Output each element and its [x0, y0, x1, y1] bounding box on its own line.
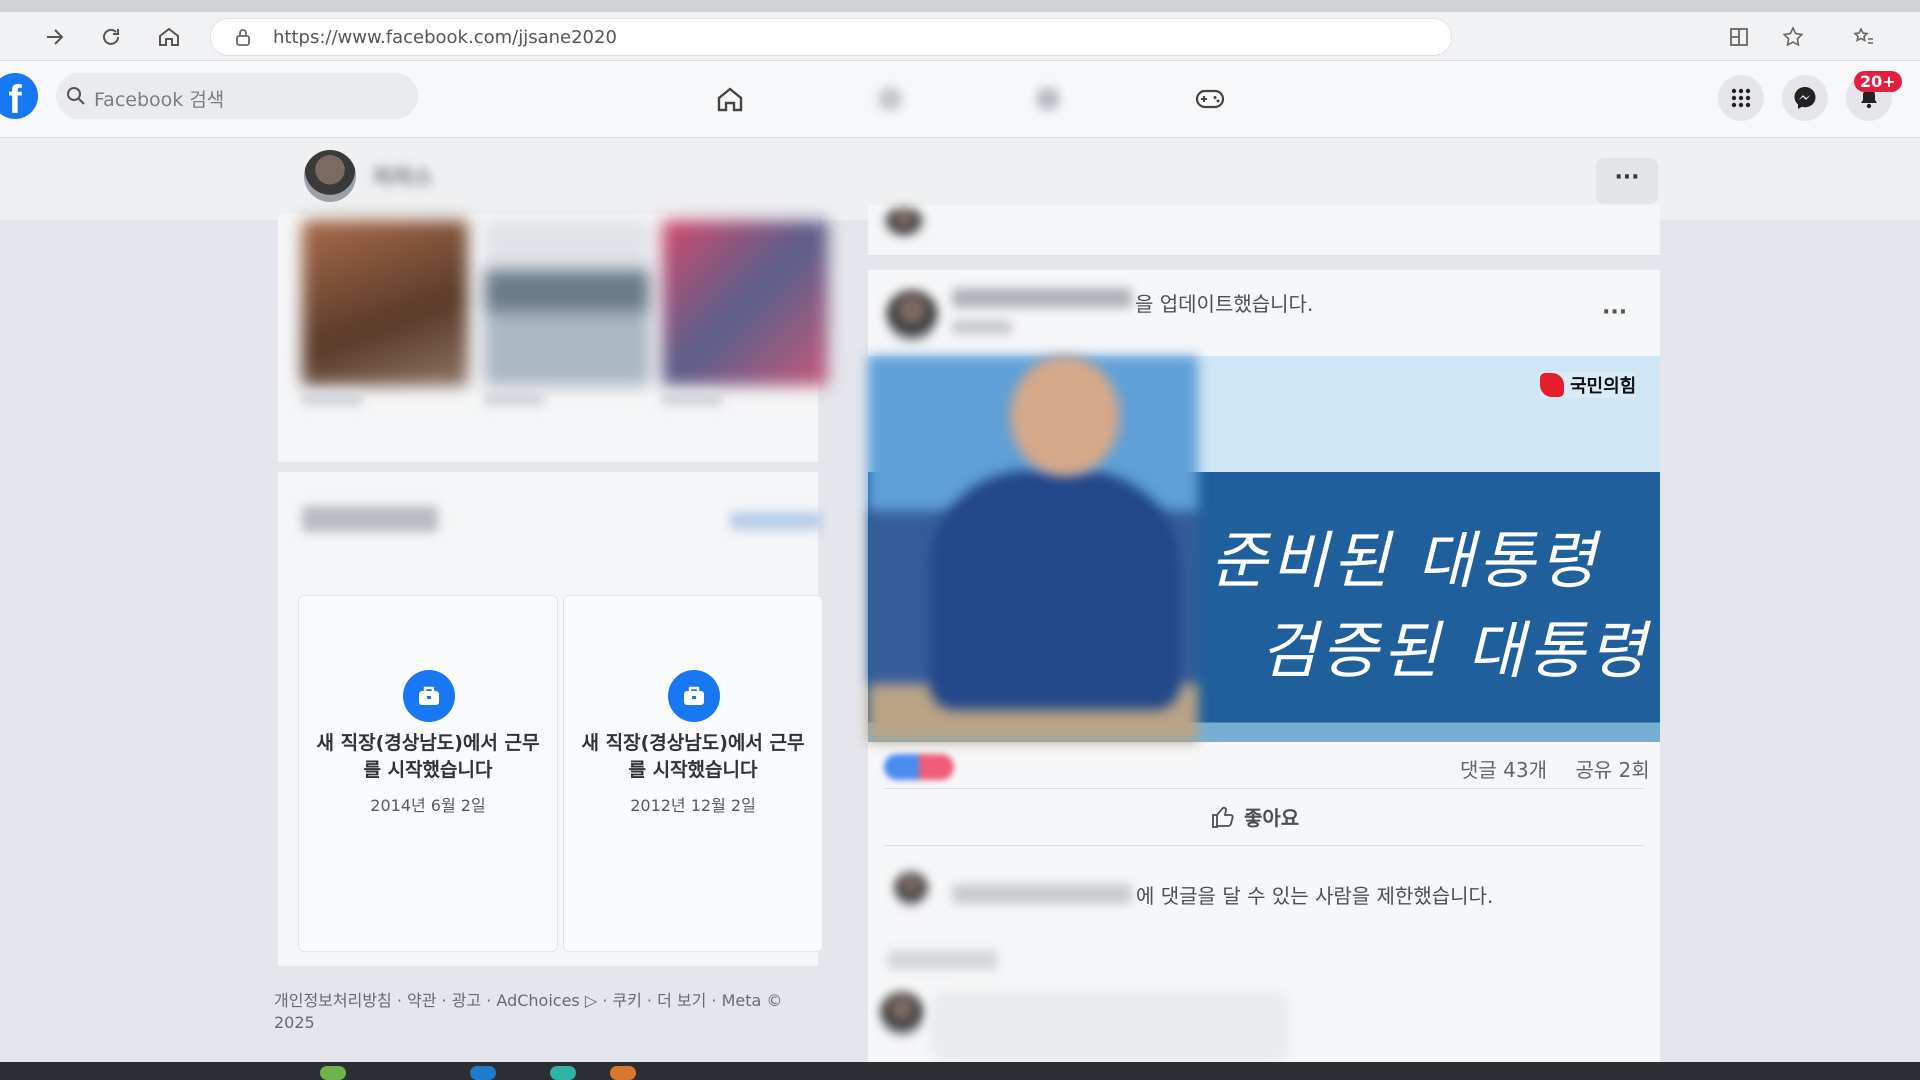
comment-author-avatar[interactable]	[894, 872, 928, 906]
taskbar-app-icon[interactable]	[610, 1066, 636, 1080]
nav-gaming-icon[interactable]	[1188, 77, 1232, 121]
profile-more-button[interactable]: ···	[1596, 158, 1658, 204]
comment-count[interactable]: 댓글 43개	[1460, 758, 1547, 782]
post-author-avatar[interactable]	[886, 290, 938, 342]
post-more-button[interactable]: ···	[1602, 300, 1627, 325]
taskbar-app-icon[interactable]	[470, 1066, 496, 1080]
party-logo-text: 국민의힘	[1570, 376, 1637, 397]
life-event-card-2[interactable]: 새 직장(경상남도)에서 근무를 시작했습니다 2012년 12월 2일	[563, 595, 823, 952]
commenter-avatar[interactable]	[880, 992, 924, 1036]
taskbar-app-icon[interactable]	[550, 1066, 576, 1080]
comment-limit-author[interactable]	[952, 884, 1132, 904]
forward-icon[interactable]	[38, 20, 72, 54]
profile-avatar[interactable]	[304, 150, 356, 202]
footer-links[interactable]: 개인정보처리방침 · 약관 · 광고 · AdChoices ▷ · 쿠키 · …	[274, 990, 824, 1034]
life-events-heading	[302, 506, 438, 532]
share-count[interactable]: 공유 2회	[1575, 758, 1649, 782]
briefcase-icon	[403, 670, 455, 722]
post-counts: 댓글 43개 공유 2회	[1460, 754, 1650, 783]
life-event-card-1[interactable]: 새 직장(경상남도)에서 근무를 시작했습니다 2014년 6월 2일	[298, 595, 558, 952]
party-logo: 국민의힘	[1540, 372, 1637, 398]
banner-line-1: 준비된 대통령	[1210, 524, 1600, 597]
facebook-search-input[interactable]: Facebook 검색	[56, 73, 418, 119]
notification-badge: 20+	[1854, 71, 1902, 92]
browser-toolbar: https://www.facebook.com/jjsane2020	[0, 12, 1920, 61]
lock-icon	[236, 29, 250, 46]
life-event-title: 새 직장(경상남도)에서 근무를 시작했습니다	[581, 732, 805, 781]
search-placeholder: Facebook 검색	[94, 89, 225, 111]
post-author-name[interactable]	[952, 288, 1132, 308]
search-icon	[67, 87, 85, 105]
home-icon[interactable]	[152, 20, 186, 54]
party-logo-icon	[1540, 373, 1564, 397]
comment-bubble[interactable]	[930, 990, 1290, 1064]
messenger-icon[interactable]	[1782, 75, 1828, 121]
post-timestamp[interactable]	[952, 320, 1012, 334]
taskbar-app-icon[interactable]	[320, 1066, 346, 1080]
friend-photo-1[interactable]	[302, 220, 468, 386]
favorite-star-icon[interactable]	[1776, 20, 1810, 54]
reaction-icons[interactable]	[884, 754, 954, 780]
comment-sort-link[interactable]	[888, 950, 998, 970]
friend-photo-2[interactable]	[484, 220, 650, 386]
url-text: https://www.facebook.com/jjsane2020	[273, 27, 617, 48]
nav-watch-icon[interactable]	[1026, 77, 1070, 121]
composer-strip	[868, 205, 1660, 256]
thumbs-up-icon	[1212, 806, 1234, 828]
life-event-date: 2012년 12월 2일	[630, 796, 756, 815]
nav-home-icon[interactable]	[708, 77, 752, 121]
post-image-person-head	[1010, 356, 1120, 476]
facebook-logo[interactable]: f	[0, 73, 38, 122]
life-event-date: 2014년 6월 2일	[370, 796, 486, 815]
profile-name: 저자스	[372, 166, 433, 191]
section-divider	[278, 462, 818, 472]
reload-icon[interactable]	[94, 20, 128, 54]
post-update-text: 을 업데이트했습니다.	[1135, 292, 1314, 316]
banner-line-2: 검증된 대통령	[1260, 614, 1650, 687]
favorites-list-icon[interactable]	[1846, 20, 1880, 54]
friend-name-1[interactable]	[302, 392, 362, 406]
split-view-icon[interactable]	[1722, 20, 1756, 54]
address-bar[interactable]: https://www.facebook.com/jjsane2020	[210, 18, 1452, 56]
like-label: 좋아요	[1244, 806, 1300, 830]
friend-name-2[interactable]	[484, 392, 544, 406]
browser-tab-strip	[0, 0, 1920, 12]
like-button[interactable]: 좋아요	[1210, 802, 1299, 831]
post-image-person-body	[930, 470, 1180, 710]
composer-avatar[interactable]	[884, 208, 924, 236]
life-events-see-all-link[interactable]	[730, 512, 822, 530]
menu-grid-icon[interactable]	[1718, 75, 1764, 121]
os-taskbar	[0, 1062, 1920, 1080]
nav-friends-icon[interactable]	[868, 77, 912, 121]
friend-photo-3[interactable]	[662, 220, 828, 386]
life-event-title: 새 직장(경상남도)에서 근무를 시작했습니다	[316, 732, 540, 781]
comment-limit-text: 에 댓글을 달 수 있는 사람을 제한했습니다.	[1136, 884, 1494, 908]
briefcase-icon	[668, 670, 720, 722]
facebook-header: f Facebook 검색 20+	[0, 61, 1920, 138]
friend-name-3[interactable]	[662, 392, 722, 406]
